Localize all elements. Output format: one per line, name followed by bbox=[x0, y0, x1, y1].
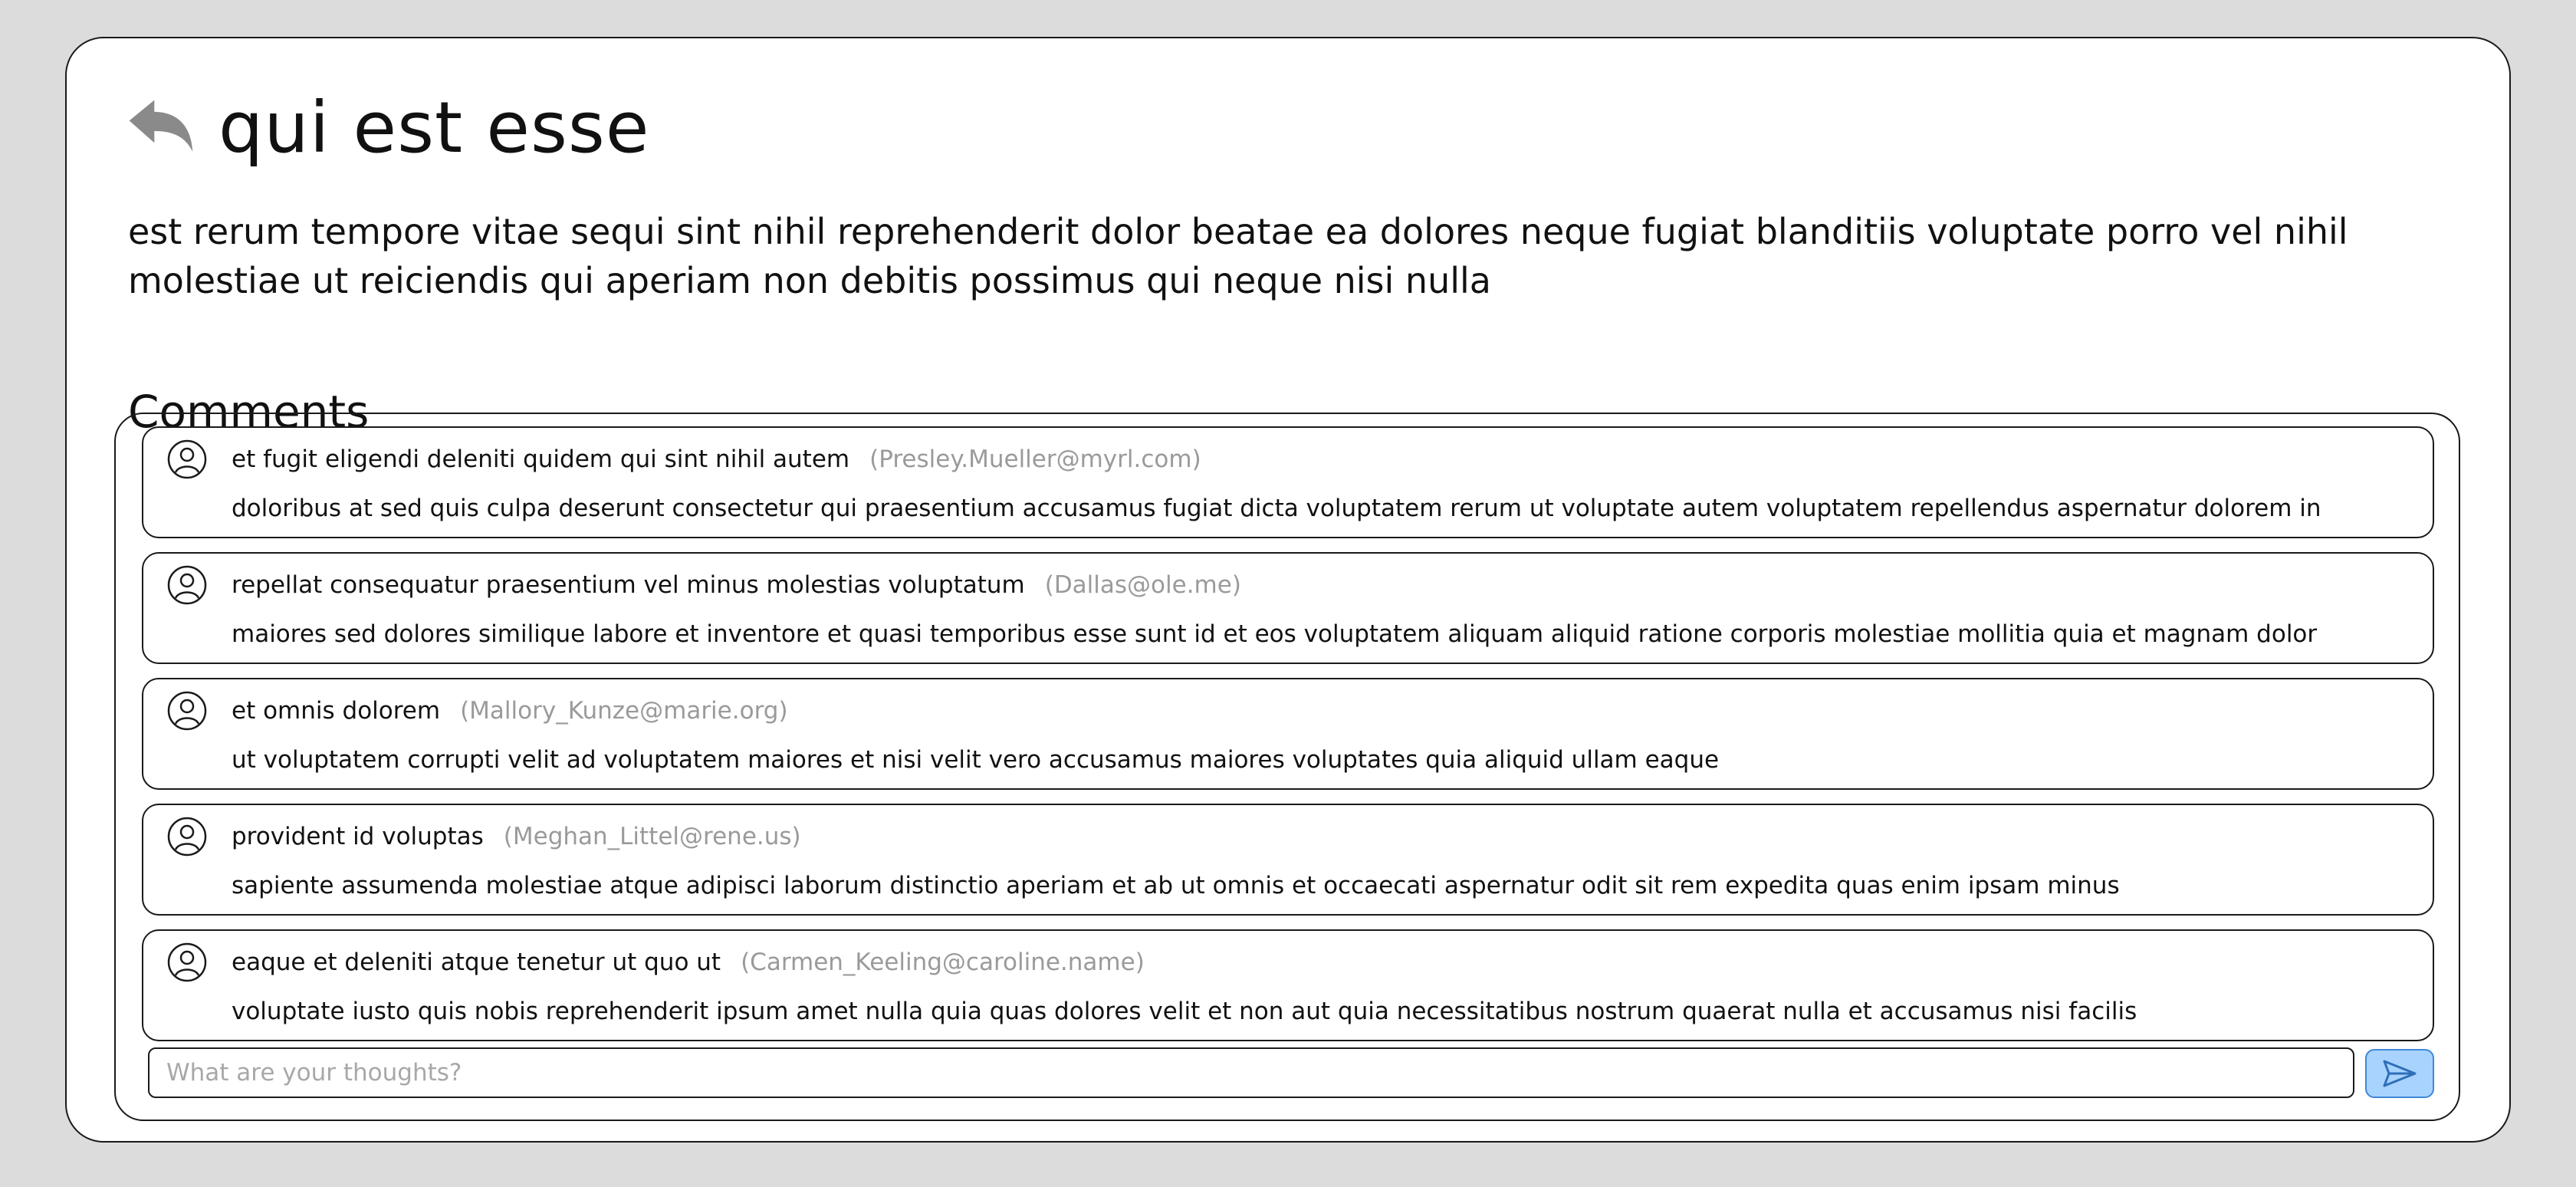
comments-panel: et fugit eligendi deleniti quidem qui si… bbox=[114, 413, 2460, 1121]
comment-item: et fugit eligendi deleniti quidem qui si… bbox=[142, 426, 2434, 538]
comment-title: provident id voluptas bbox=[232, 823, 484, 850]
comment-body: maiores sed dolores similique labore et … bbox=[232, 620, 2318, 648]
comment-header: provident id voluptas (Meghan_Littel@rene… bbox=[232, 819, 801, 854]
comment-email: (Dallas@ole.me) bbox=[1044, 571, 1241, 599]
user-avatar-icon bbox=[166, 816, 208, 857]
post-title: qui est esse bbox=[219, 87, 650, 169]
send-icon bbox=[2383, 1060, 2417, 1087]
user-avatar-icon bbox=[166, 690, 208, 732]
send-button[interactable] bbox=[2365, 1049, 2434, 1098]
user-avatar-icon bbox=[166, 942, 208, 983]
comment-email: (Meghan_Littel@rene.us) bbox=[503, 823, 801, 850]
post-body: est rerum tempore vitae sequi sint nihil… bbox=[128, 211, 2348, 301]
user-avatar-icon bbox=[166, 439, 208, 480]
comment-header: repellat consequatur praesentium vel min… bbox=[232, 567, 1241, 603]
comment-title: repellat consequatur praesentium vel min… bbox=[232, 571, 1025, 599]
comment-header: et omnis dolorem (Mallory_Kunze@marie.org… bbox=[232, 693, 788, 728]
comment-title: eaque et deleniti atque tenetur ut quo u… bbox=[232, 949, 721, 976]
comment-body: ut voluptatem corrupti velit ad voluptat… bbox=[232, 746, 1720, 774]
comment-item: repellat consequatur praesentium vel min… bbox=[142, 552, 2434, 664]
comment-item: et omnis dolorem (Mallory_Kunze@marie.org… bbox=[142, 678, 2434, 790]
comment-header: et fugit eligendi deleniti quidem qui si… bbox=[232, 442, 1201, 477]
comment-email: (Presley.Mueller@myrl.com) bbox=[869, 446, 1201, 473]
post-card: qui est esse est rerum tempore vitae seq… bbox=[65, 37, 2511, 1143]
comment-item: provident id voluptas (Meghan_Littel@rene… bbox=[142, 804, 2434, 916]
user-avatar-icon bbox=[166, 564, 208, 606]
comment-body: sapiente assumenda molestiae atque adipi… bbox=[232, 872, 2120, 899]
comment-title: et omnis dolorem bbox=[232, 697, 441, 725]
comment-email: (Mallory_Kunze@marie.org) bbox=[460, 697, 788, 725]
comment-body: doloribus at sed quis culpa deserunt con… bbox=[232, 495, 2321, 522]
comment-input-row bbox=[148, 1047, 2434, 1100]
comment-item: eaque et deleniti atque tenetur ut quo u… bbox=[142, 929, 2434, 1041]
comment-email: (Carmen_Keeling@caroline.name) bbox=[741, 949, 1145, 976]
comment-header: eaque et deleniti atque tenetur ut quo u… bbox=[232, 945, 1145, 980]
post-header: qui est esse bbox=[120, 86, 649, 170]
comment-input[interactable] bbox=[148, 1047, 2354, 1098]
back-arrow-icon[interactable] bbox=[120, 88, 200, 168]
comment-body: voluptate iusto quis nobis reprehenderit… bbox=[232, 998, 2137, 1025]
comment-title: et fugit eligendi deleniti quidem qui si… bbox=[232, 446, 850, 473]
